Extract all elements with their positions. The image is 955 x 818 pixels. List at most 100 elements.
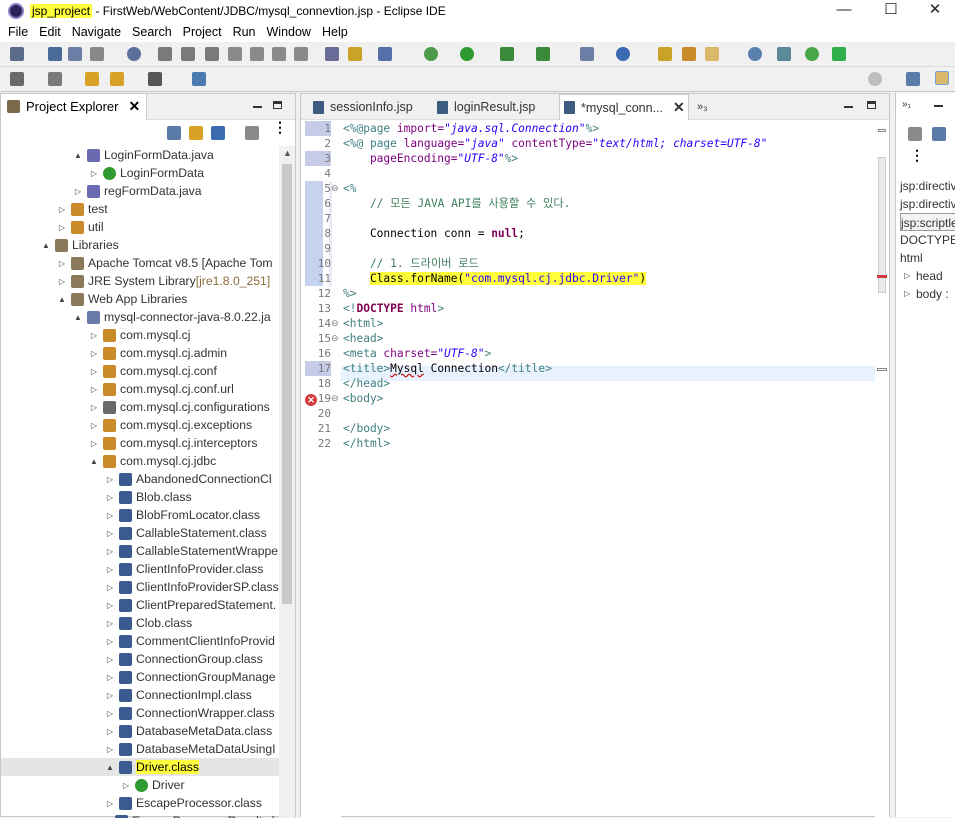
focus-icon[interactable] bbox=[245, 126, 259, 140]
tree-item[interactable]: ▷DatabaseMetaDataUsingI bbox=[1, 740, 279, 758]
expand-arrow-icon[interactable]: ▷ bbox=[105, 547, 115, 556]
collapse-all-icon[interactable] bbox=[167, 126, 181, 140]
search-icon[interactable] bbox=[868, 72, 882, 86]
tree-item[interactable]: ▲mysql-connector-java-8.0.22.ja bbox=[1, 308, 279, 326]
collapse-arrow-icon[interactable]: ▲ bbox=[73, 151, 83, 160]
tree-scrollbar[interactable]: ▲ bbox=[279, 146, 295, 818]
outline-item[interactable]: body : bbox=[916, 285, 949, 303]
expand-arrow-icon[interactable]: ▷ bbox=[57, 205, 67, 214]
expand-arrow-icon[interactable]: ▷ bbox=[105, 529, 115, 538]
tree-item[interactable]: ▷com.mysql.cj.conf bbox=[1, 362, 279, 380]
expand-arrow-icon[interactable]: ▷ bbox=[105, 673, 115, 682]
tree-item[interactable]: ▷DatabaseMetaData.class bbox=[1, 722, 279, 740]
open-perspective-icon[interactable] bbox=[906, 72, 920, 86]
tree-item[interactable]: ▲Web App Libraries bbox=[1, 290, 279, 308]
expand-arrow-icon[interactable]: ▷ bbox=[57, 277, 67, 286]
editor-tab-loginresult[interactable]: loginResult.jsp bbox=[435, 94, 553, 120]
expand-arrow-icon[interactable]: ▷ bbox=[105, 799, 115, 808]
tree-item[interactable]: ▷regFormData.java bbox=[1, 182, 279, 200]
save-icon[interactable] bbox=[48, 47, 62, 61]
menu-help[interactable]: Help bbox=[322, 25, 348, 39]
server-icon[interactable] bbox=[378, 47, 392, 61]
fold-toggle-icon[interactable]: ⊖ bbox=[331, 331, 339, 346]
tree-item[interactable]: ▷JRE System Library [jre1.8.0_251] bbox=[1, 272, 279, 290]
expand-arrow-icon[interactable]: ▷ bbox=[105, 727, 115, 736]
editor-tab-mysql-connection[interactable]: *mysql_conn... ✕ bbox=[559, 94, 689, 120]
console-icon[interactable] bbox=[325, 47, 339, 61]
tree-item[interactable]: ▷ConnectionGroupManage bbox=[1, 668, 279, 686]
tree-item[interactable]: ▷Blob.class bbox=[1, 488, 279, 506]
expand-arrow-icon[interactable]: ▷ bbox=[89, 367, 99, 376]
disconnect-icon[interactable] bbox=[228, 47, 242, 61]
menu-search[interactable]: Search bbox=[132, 25, 172, 39]
expand-arrow-icon[interactable]: ▷ bbox=[89, 349, 99, 358]
tree-item[interactable]: ▷CallableStatement.class bbox=[1, 524, 279, 542]
collapse-arrow-icon[interactable]: ▲ bbox=[105, 763, 115, 772]
suspend-icon[interactable] bbox=[181, 47, 195, 61]
next-annotation-icon[interactable] bbox=[348, 47, 362, 61]
minimize-view-icon[interactable] bbox=[253, 106, 262, 108]
expand-arrow-icon[interactable]: ▷ bbox=[89, 169, 99, 178]
outline-collapse-icon[interactable] bbox=[932, 127, 946, 141]
tree-item[interactable]: ▷com.mysql.cj.configurations bbox=[1, 398, 279, 416]
tree-item[interactable]: ▷ConnectionImpl.class bbox=[1, 686, 279, 704]
java-ee-perspective-icon[interactable] bbox=[935, 71, 949, 85]
tree-item[interactable]: ▷CallableStatementWrappe bbox=[1, 542, 279, 560]
close-tab-icon[interactable]: ✕ bbox=[128, 98, 140, 115]
resume-icon[interactable] bbox=[158, 47, 172, 61]
overview-scroll-thumb[interactable] bbox=[878, 157, 886, 293]
expand-arrow-icon[interactable]: ▷ bbox=[89, 421, 99, 430]
marketplace-icon[interactable] bbox=[777, 47, 791, 61]
collapse-arrow-icon[interactable]: ▲ bbox=[89, 457, 99, 466]
expand-arrow-icon[interactable]: ▷ bbox=[89, 403, 99, 412]
outline-menu-icon[interactable]: ⋮ bbox=[910, 147, 924, 164]
search-tool-icon[interactable] bbox=[705, 47, 719, 61]
tree-item[interactable]: ▷AbandonedConnectionCl bbox=[1, 470, 279, 488]
web-browser-icon[interactable] bbox=[748, 47, 762, 61]
tree-item[interactable]: ▷com.mysql.cj.interceptors bbox=[1, 434, 279, 452]
tree-item[interactable]: ▷ClientInfoProviderSP.class bbox=[1, 578, 279, 596]
menu-project[interactable]: Project bbox=[183, 25, 222, 39]
expand-arrow-icon[interactable]: ▷ bbox=[105, 655, 115, 664]
new-icon[interactable] bbox=[10, 47, 24, 61]
open-type-icon[interactable] bbox=[658, 47, 672, 61]
save-all-icon[interactable] bbox=[68, 47, 82, 61]
view-menu-icon[interactable]: ⋮ bbox=[273, 124, 287, 130]
pin-editor-icon[interactable] bbox=[192, 72, 206, 86]
green-square-icon[interactable] bbox=[832, 47, 846, 61]
outline-item[interactable]: head bbox=[916, 267, 943, 285]
code-text[interactable]: <%@page import="java.sql.Connection"%> <… bbox=[343, 121, 875, 818]
error-overview-marker[interactable] bbox=[877, 275, 887, 278]
expand-arrow-icon[interactable]: ▷ bbox=[904, 289, 910, 298]
tree-item[interactable]: ▷test bbox=[1, 200, 279, 218]
step-return-icon[interactable] bbox=[294, 47, 308, 61]
close-button[interactable]: ✕ bbox=[913, 0, 955, 22]
tree-item[interactable]: ▷Driver bbox=[1, 776, 279, 794]
last-edit-icon[interactable] bbox=[10, 72, 24, 86]
minimize-editor-icon[interactable] bbox=[844, 106, 853, 108]
filter-icon[interactable] bbox=[211, 126, 225, 140]
tree-item-selected[interactable]: ▲Driver.class bbox=[1, 758, 279, 776]
green-circle-icon[interactable] bbox=[805, 47, 819, 61]
run-icon[interactable] bbox=[460, 47, 474, 61]
tree-item[interactable]: ▷CommentClientInfoProvid bbox=[1, 632, 279, 650]
expand-arrow-icon[interactable]: ▷ bbox=[73, 187, 83, 196]
scroll-up-arrow-icon[interactable]: ▲ bbox=[283, 148, 292, 158]
expand-arrow-icon[interactable]: ▷ bbox=[57, 223, 67, 232]
tree-item[interactable]: ▷ConnectionWrapper.class bbox=[1, 704, 279, 722]
editor-tab-sessioninfo[interactable]: sessionInfo.jsp bbox=[309, 94, 427, 120]
forward-icon[interactable] bbox=[148, 72, 162, 86]
skip-breakpoints-icon[interactable] bbox=[127, 47, 141, 61]
new-class-icon[interactable] bbox=[616, 47, 630, 61]
expand-arrow-icon[interactable]: ▷ bbox=[121, 781, 131, 790]
expand-arrow-icon[interactable]: ▷ bbox=[89, 331, 99, 340]
expand-arrow-icon[interactable]: ▷ bbox=[105, 475, 115, 484]
step-into-icon[interactable] bbox=[250, 47, 264, 61]
project-explorer-tab[interactable]: Project Explorer ✕ bbox=[1, 94, 147, 120]
expand-arrow-icon[interactable]: ▷ bbox=[105, 493, 115, 502]
warning-overview-marker[interactable] bbox=[877, 368, 887, 371]
new-java-project-icon[interactable] bbox=[580, 47, 594, 61]
expand-arrow-icon[interactable]: ▷ bbox=[105, 583, 115, 592]
expand-arrow-icon[interactable]: ▷ bbox=[105, 619, 115, 628]
expand-arrow-icon[interactable]: ▷ bbox=[105, 565, 115, 574]
